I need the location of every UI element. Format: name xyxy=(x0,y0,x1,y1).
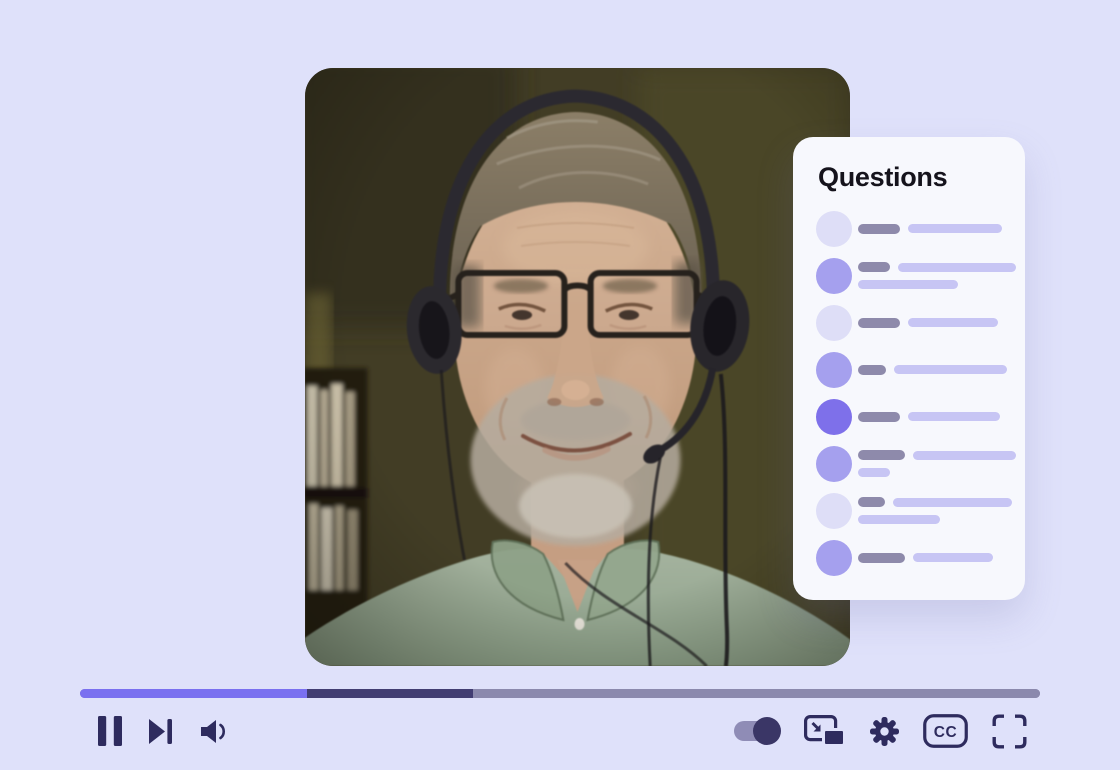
question-text-placeholder xyxy=(908,318,998,327)
pause-icon xyxy=(98,716,122,746)
player-controls-left xyxy=(98,713,229,749)
player-controls-right: CC xyxy=(734,713,1027,749)
question-author-placeholder xyxy=(858,365,886,375)
question-author-placeholder xyxy=(858,412,900,422)
question-text-placeholder xyxy=(898,263,1016,272)
speaker-video-still xyxy=(305,68,850,666)
question-item[interactable] xyxy=(816,534,1025,581)
questions-title: Questions xyxy=(818,161,1025,193)
question-item[interactable] xyxy=(816,393,1025,440)
question-avatar xyxy=(816,399,852,435)
fullscreen-icon xyxy=(992,714,1027,749)
question-avatar xyxy=(816,352,852,388)
question-item[interactable] xyxy=(816,346,1025,393)
question-item[interactable] xyxy=(816,205,1025,252)
progress-bar[interactable] xyxy=(80,689,1040,698)
fullscreen-button[interactable] xyxy=(992,714,1027,749)
page-background: Questions xyxy=(0,0,1120,770)
question-avatar xyxy=(816,305,852,341)
pause-button[interactable] xyxy=(98,716,122,746)
question-author-placeholder xyxy=(858,450,905,460)
closed-captions-icon: CC xyxy=(923,714,968,748)
question-item[interactable] xyxy=(816,299,1025,346)
next-button[interactable] xyxy=(148,718,173,745)
volume-button[interactable] xyxy=(199,718,229,745)
question-text-placeholder xyxy=(858,468,890,477)
autoplay-toggle[interactable] xyxy=(734,721,780,741)
gear-icon xyxy=(870,717,899,746)
pip-button[interactable] xyxy=(804,715,846,747)
question-text-placeholder xyxy=(913,451,1016,460)
settings-button[interactable] xyxy=(870,717,899,746)
question-text-placeholder xyxy=(908,412,1000,421)
progress-played-segment xyxy=(80,689,307,698)
question-avatar xyxy=(816,446,852,482)
progress-buffered-segment xyxy=(307,689,473,698)
question-avatar xyxy=(816,258,852,294)
question-text-placeholder xyxy=(894,365,1007,374)
question-author-placeholder xyxy=(858,318,900,328)
question-item[interactable] xyxy=(816,252,1025,299)
question-text-placeholder xyxy=(858,515,940,524)
skip-next-icon xyxy=(148,718,173,745)
volume-icon xyxy=(199,718,229,745)
toggle-knob-icon xyxy=(753,717,781,745)
question-author-placeholder xyxy=(858,262,890,272)
question-author-placeholder xyxy=(858,224,900,234)
question-text-placeholder xyxy=(893,498,1012,507)
question-text-placeholder xyxy=(908,224,1002,233)
question-avatar xyxy=(816,540,852,576)
question-item[interactable] xyxy=(816,487,1025,534)
question-avatar xyxy=(816,493,852,529)
question-item[interactable] xyxy=(816,440,1025,487)
question-text-placeholder xyxy=(858,280,958,289)
picture-in-picture-icon xyxy=(804,715,846,747)
video-player[interactable] xyxy=(305,68,850,666)
questions-list xyxy=(816,205,1025,581)
question-author-placeholder xyxy=(858,553,905,563)
cc-label: CC xyxy=(934,724,957,741)
captions-button[interactable]: CC xyxy=(923,714,968,748)
question-author-placeholder xyxy=(858,497,885,507)
question-text-placeholder xyxy=(913,553,993,562)
questions-panel: Questions xyxy=(793,137,1025,600)
progress-remaining-segment xyxy=(473,689,1040,698)
question-avatar xyxy=(816,211,852,247)
